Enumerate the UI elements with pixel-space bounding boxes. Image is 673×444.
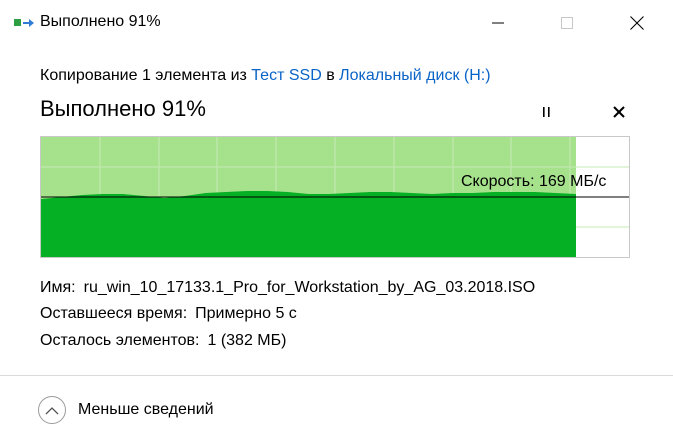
items-remaining-row: Осталось элементов: 1 (382 МБ) xyxy=(40,332,286,350)
footer-divider xyxy=(0,375,673,376)
chevron-circle xyxy=(38,396,66,424)
close-button[interactable] xyxy=(614,0,660,46)
file-name-label: Имя: xyxy=(40,279,76,296)
minimize-button[interactable] xyxy=(475,0,521,46)
stop-button[interactable] xyxy=(606,100,632,124)
time-remaining-label: Оставшееся время: xyxy=(40,305,188,322)
time-remaining-value: Примерно 5 с xyxy=(195,305,297,322)
chevron-up-icon xyxy=(45,406,59,414)
destination-link[interactable]: Локальный диск (H:) xyxy=(339,67,490,84)
speed-label: Скорость: 169 МБ/с xyxy=(461,173,607,190)
maximize-icon xyxy=(561,17,573,29)
source-link[interactable]: Тест SSD xyxy=(251,67,321,84)
transfer-speed-graph xyxy=(40,136,630,258)
description-middle: в xyxy=(321,67,340,84)
minimize-icon xyxy=(492,22,504,24)
file-name-row: Имя: ru_win_10_17133.1_Pro_for_Workstatio… xyxy=(40,279,535,297)
items-remaining-value: 1 (382 МБ) xyxy=(207,332,287,349)
close-icon xyxy=(630,16,644,30)
maximize-button xyxy=(544,0,590,46)
graph-speed-area xyxy=(41,191,576,257)
speed-graph-canvas xyxy=(41,137,629,257)
pause-button[interactable] xyxy=(532,100,560,124)
file-name-value: ru_win_10_17133.1_Pro_for_Workstation_by… xyxy=(83,279,536,296)
less-details-button[interactable]: Меньше сведений xyxy=(38,395,214,425)
stop-icon xyxy=(613,106,625,118)
less-details-label: Меньше сведений xyxy=(78,401,214,418)
progress-title: Выполнено 91% xyxy=(40,96,206,121)
copy-progress-dialog: Выполнено 91% Копирование 1 элемента из … xyxy=(0,0,673,444)
copy-files-icon xyxy=(14,19,34,27)
copy-description: Копирование 1 элемента из Тест SSD в Лок… xyxy=(40,67,491,85)
time-remaining-row: Оставшееся время: Примерно 5 с xyxy=(40,305,297,323)
description-prefix: Копирование 1 элемента из xyxy=(40,67,252,84)
pause-icon xyxy=(543,107,550,117)
window-title: Выполнено 91% xyxy=(40,13,161,30)
items-remaining-label: Осталось элементов: xyxy=(40,332,200,349)
title-bar[interactable]: Выполнено 91% xyxy=(0,0,673,46)
